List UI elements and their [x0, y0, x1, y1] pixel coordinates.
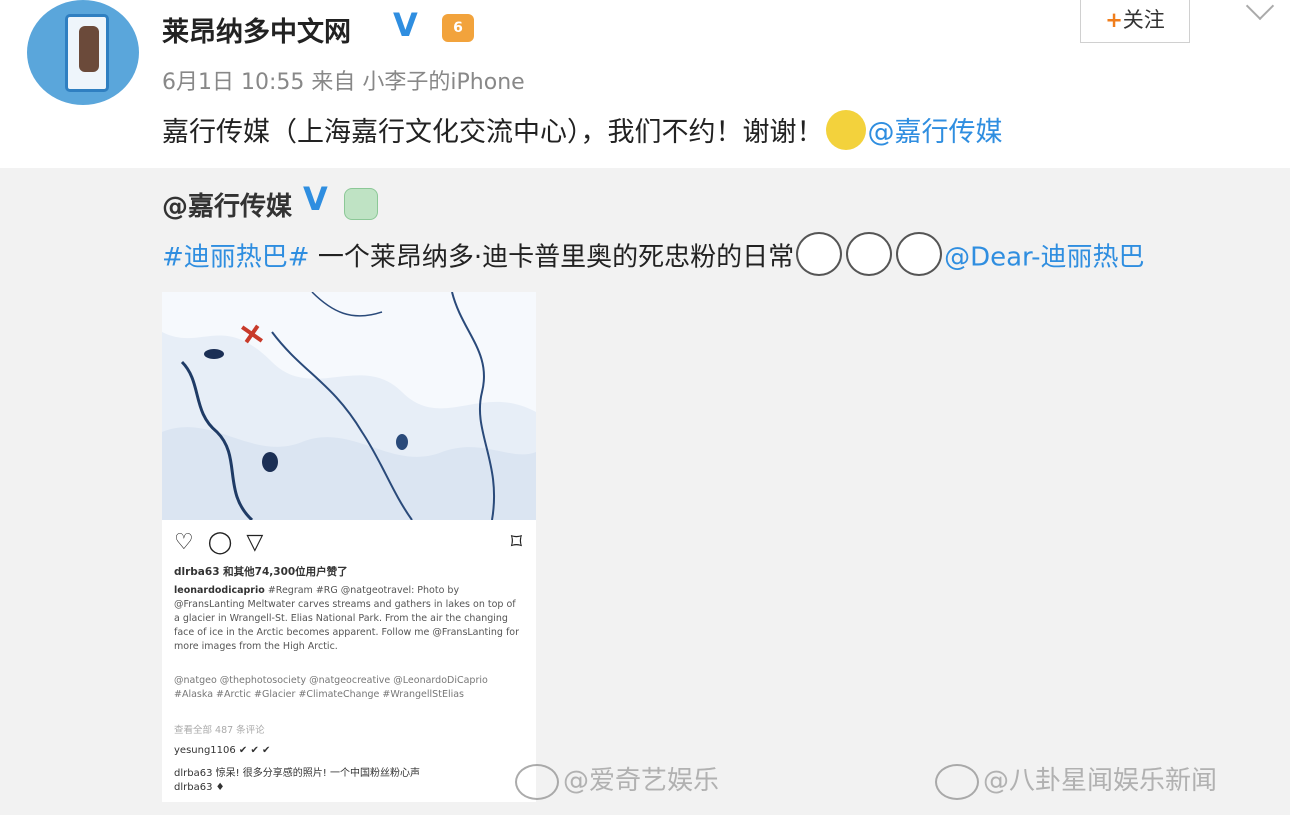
repost-mention-link[interactable]: @Dear-迪丽热巴: [944, 243, 1144, 273]
comment-icon[interactable]: ◯: [208, 530, 233, 555]
follow-label: 关注: [1122, 8, 1165, 32]
level-badge-icon: 6: [442, 14, 474, 42]
comment-row: dlrba63 惊呆! 很多分享感的照片! 一个中国粉丝粉心声: [174, 768, 420, 779]
watermark-text: @八卦星闻娱乐新闻: [983, 766, 1218, 796]
author-name[interactable]: 莱昂纳多中文网: [162, 10, 351, 49]
instagram-likes: dlrba63 和其他74,300位用户赞了: [174, 566, 348, 578]
instagram-screenshot[interactable]: ♡ ◯ ▽ ⌑ dlrba63 和其他74,300位用户赞了 leonardodic…: [162, 292, 536, 802]
instagram-actions: ♡ ◯ ▽: [174, 530, 277, 555]
glacier-photo: [162, 292, 536, 520]
avatar[interactable]: [27, 0, 139, 105]
watermark-text: @爱奇艺娱乐: [563, 766, 720, 796]
weibo-logo-icon: [935, 763, 979, 800]
bookmark-icon[interactable]: ⌑: [511, 530, 522, 555]
view-comments-link[interactable]: 查看全部 487 条评论: [174, 722, 265, 736]
instagram-caption: leonardodicaprio #Regram #RG @natgeotrav…: [174, 584, 524, 654]
weibo-logo-icon: [515, 763, 559, 800]
repost-box: @嘉行传媒 V #迪丽热巴# 一个莱昂纳多·迪卡普里奥的死忠粉的日常 @Dear-…: [0, 168, 1290, 815]
smile-emoji-icon: [825, 109, 866, 150]
repost-verified-icon: V: [303, 180, 328, 218]
post-header: 莱昂纳多中文网 V 6 6月1日 10:55 来自 小李子的iPhone +关注…: [0, 0, 1290, 168]
heart-icon[interactable]: ♡: [174, 530, 194, 555]
chevron-down-icon[interactable]: [1245, 0, 1275, 21]
source-prefix: 来自: [311, 70, 356, 95]
plus-icon: +: [1105, 8, 1123, 32]
watermark: @八卦星闻娱乐新闻: [935, 760, 1217, 800]
watermark: @爱奇艺娱乐: [515, 760, 719, 800]
post-source: 小李子的iPhone: [362, 70, 525, 95]
verified-icon: V: [393, 6, 418, 44]
avatar-portrait: [79, 26, 99, 72]
comment-row: yesung1106 ✔ ✔ ✔: [174, 745, 271, 756]
follow-button[interactable]: +关注: [1080, 0, 1190, 43]
husky-emoji-icon: [796, 232, 843, 276]
post-date[interactable]: 6月1日 10:55: [162, 70, 304, 95]
hashtag-link[interactable]: #迪丽热巴#: [162, 243, 310, 273]
repost-badge-icon: [344, 188, 378, 220]
post-meta: 6月1日 10:55 来自 小李子的iPhone: [162, 64, 525, 96]
post-body: 嘉行传媒（上海嘉行文化交流中心），我们不约！谢谢！: [162, 117, 824, 148]
repost-text: #迪丽热巴# 一个莱昂纳多·迪卡普里奥的死忠粉的日常 @Dear-迪丽热巴: [162, 232, 1144, 280]
repost-body: 一个莱昂纳多·迪卡普里奥的死忠粉的日常: [309, 242, 795, 273]
comment-row: dlrba63 ♦: [174, 782, 225, 793]
husky-emoji-icon: [846, 232, 893, 276]
post-text: 嘉行传媒（上海嘉行文化交流中心），我们不约！谢谢！ @嘉行传媒: [162, 109, 1003, 154]
husky-emoji-icon: [896, 232, 943, 276]
share-icon[interactable]: ▽: [246, 530, 263, 555]
caption-user[interactable]: leonardodicaprio: [174, 585, 265, 596]
instagram-tags: @natgeo @thephotosociety @natgeocreative…: [174, 675, 488, 700]
post-mention-link[interactable]: @嘉行传媒: [868, 117, 1003, 148]
repost-author[interactable]: @嘉行传媒: [162, 186, 292, 223]
